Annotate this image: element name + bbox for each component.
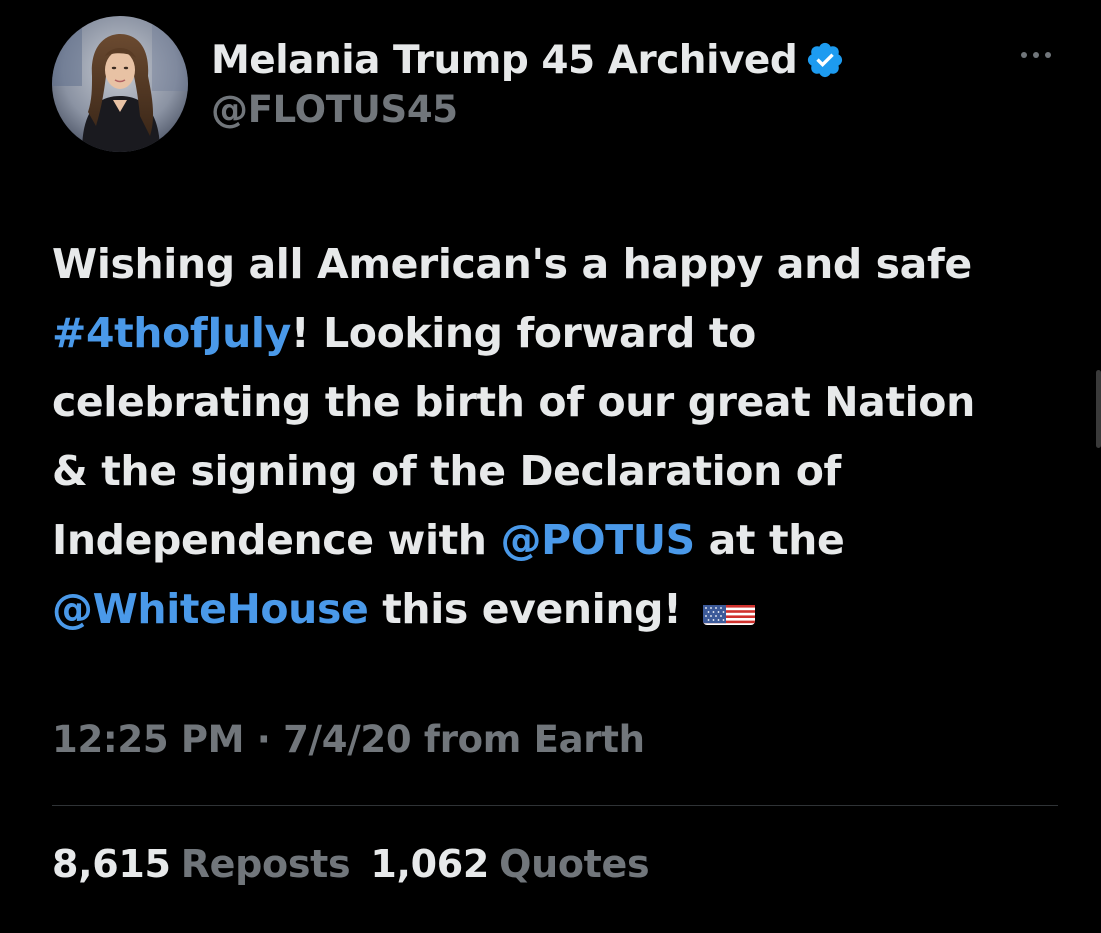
mention-potus-link[interactable]: @POTUS: [500, 516, 695, 564]
reposts-count: 8,615: [52, 842, 171, 886]
author-handle[interactable]: @FLOTUS45: [211, 88, 458, 131]
verified-badge-icon[interactable]: [805, 40, 845, 80]
scrollbar[interactable]: [1096, 370, 1101, 448]
quotes-stat[interactable]: 1,062 Quotes: [370, 842, 669, 886]
tweet-text-segment: Independence with: [52, 516, 501, 564]
quotes-count: 1,062: [370, 842, 490, 886]
tweet-text-segment: this evening!: [368, 585, 682, 633]
tweet-stats: 8,615 Reposts 1,062 Quotes: [52, 842, 669, 886]
tweet-text-line: #4thofJuly! Looking forward to: [52, 299, 1092, 368]
us-flag-emoji: [703, 591, 756, 625]
avatar[interactable]: [52, 16, 188, 152]
tweet-text-line: celebrating the birth of our great Natio…: [52, 368, 1092, 437]
reposts-label: Reposts: [180, 842, 351, 886]
avatar-image: [52, 16, 188, 152]
tweet-text-segment: & the signing of the Declaration of: [52, 447, 841, 495]
author-name-row[interactable]: Melania Trump 45 Archived: [211, 30, 845, 90]
tweet-text-segment: at the: [694, 516, 845, 564]
mention-whitehouse-link[interactable]: @WhiteHouse: [52, 585, 369, 633]
tweet-text-segment: Wishing all American's a happy and safe: [52, 240, 972, 288]
tweet-text: Wishing all American's a happy and safe …: [52, 230, 1092, 644]
tweet-text-segment: ! Looking forward to: [290, 309, 756, 357]
tweet-timestamp[interactable]: 12:25 PM · 7/4/20 from Earth: [52, 718, 645, 761]
more-options-icon[interactable]: [1014, 40, 1058, 70]
tweet-text-line: Independence with @POTUS at the: [52, 506, 1092, 575]
quotes-label: Quotes: [499, 842, 650, 886]
hashtag-link[interactable]: #4thofJuly: [52, 309, 291, 357]
tweet-text-line: & the signing of the Declaration of: [52, 437, 1092, 506]
tweet-text-segment: celebrating the birth of our great Natio…: [52, 378, 975, 426]
tweet-text-line: Wishing all American's a happy and safe: [52, 230, 1092, 299]
divider: [52, 805, 1058, 806]
author-display-name[interactable]: Melania Trump 45 Archived: [211, 38, 798, 83]
tweet-text-line: @WhiteHouse this evening!: [52, 575, 1092, 644]
tweet-detail: Melania Trump 45 Archived @FLOTUS45 Wish…: [0, 0, 1101, 933]
reposts-stat[interactable]: 8,615 Reposts: [52, 842, 370, 886]
